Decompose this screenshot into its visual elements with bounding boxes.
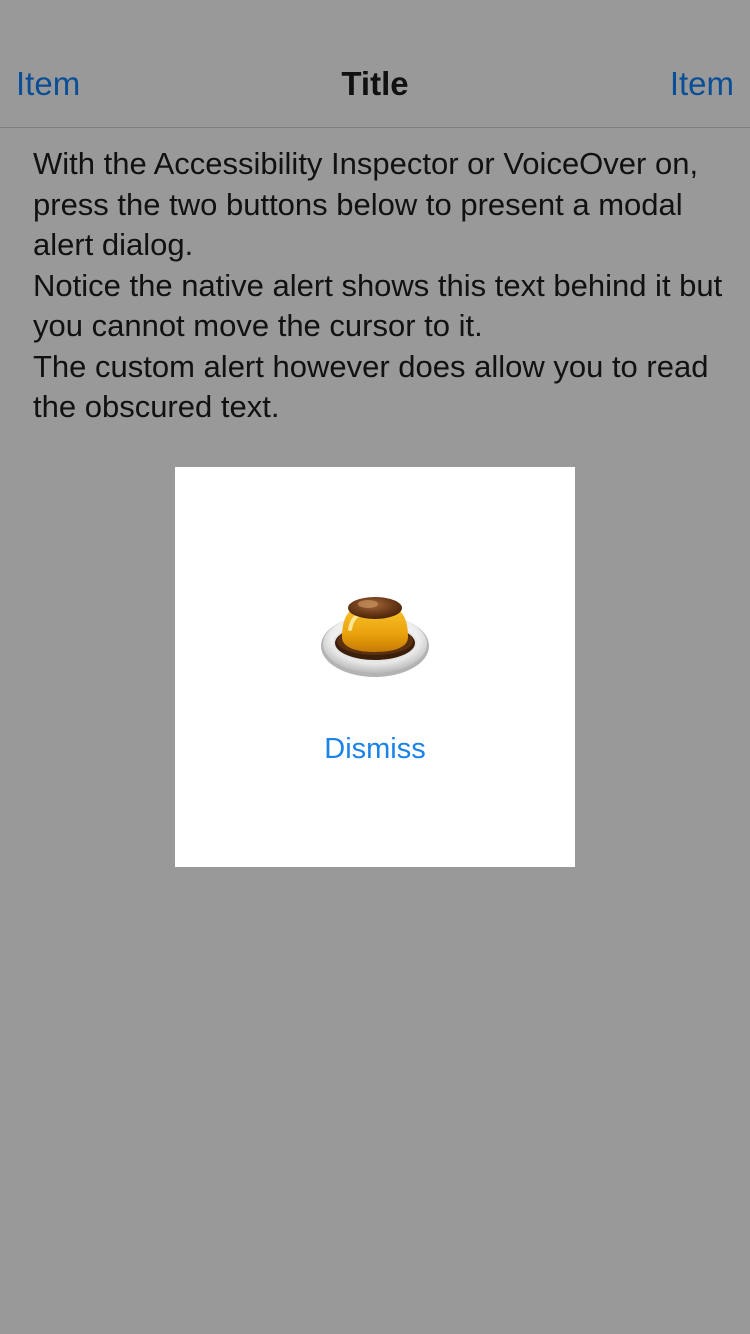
nav-title: Title — [341, 65, 409, 102]
custard-pudding-icon — [321, 597, 429, 677]
instructions-paragraph: With the Accessibility Inspector or Voic… — [33, 146, 699, 262]
nav-right-item-button[interactable]: Item — [670, 62, 734, 106]
instructions-paragraph: The custom alert however does allow you … — [33, 348, 709, 425]
instructions-text: With the Accessibility Inspector or Voic… — [33, 144, 723, 428]
navigation-bar: Item Title Item — [0, 0, 750, 128]
dismiss-button[interactable]: Dismiss — [175, 729, 575, 769]
instructions-paragraph: Notice the native alert shows this text … — [33, 267, 723, 344]
custom-alert-dialog: Dismiss — [175, 467, 575, 867]
